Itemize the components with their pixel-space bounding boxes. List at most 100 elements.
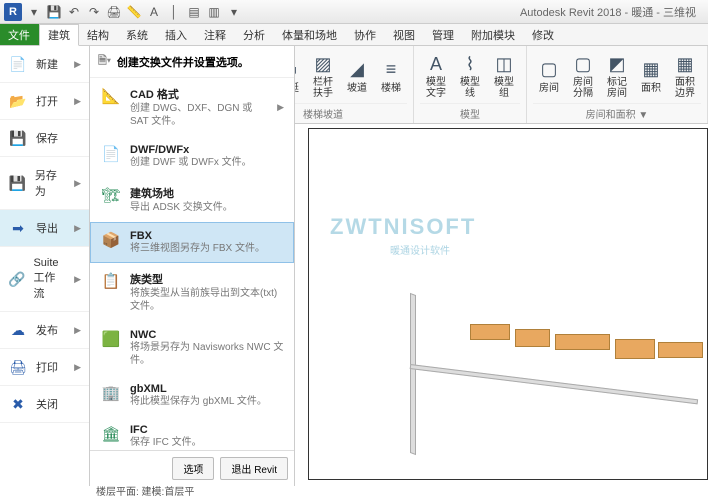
export-option-desc: 导出 ADSK 交换文件。 xyxy=(130,201,284,214)
qat-text-icon[interactable]: A xyxy=(146,4,162,20)
export-option-icon: 📐 xyxy=(100,86,122,106)
tab-massing[interactable]: 体量和场地 xyxy=(274,24,346,45)
watermark-sub: 暖通设计软件 xyxy=(390,242,450,257)
ribbon-label: 坡道 xyxy=(347,83,367,94)
export-option[interactable]: 🏗建筑场地导出 ADSK 交换文件。 xyxy=(90,177,294,222)
ribbon-label: 标记 房间 xyxy=(605,77,629,99)
file-menu-item[interactable]: ✖关闭 xyxy=(0,386,89,423)
file-item-label: 关闭 xyxy=(36,396,58,412)
view-border xyxy=(308,128,708,480)
qat-sep-icon: │ xyxy=(166,4,182,20)
export-option-desc: 将三维视图另存为 FBX 文件。 xyxy=(130,242,284,255)
ribbon-icon: ≡ xyxy=(379,58,403,82)
tab-structure[interactable]: 结构 xyxy=(79,24,118,45)
file-item-label: 保存 xyxy=(36,130,58,146)
export-option[interactable]: 📄DWF/DWFx创建 DWF 或 DWFx 文件。 xyxy=(90,136,294,177)
menu-bar: 文件 建筑 结构 系统 插入 注释 分析 体量和场地 协作 视图 管理 附加模块… xyxy=(0,24,708,46)
export-header: 🗎▾ 创建交换文件并设置选项。 xyxy=(90,46,294,78)
file-menu-item[interactable]: 📄新建▶ xyxy=(0,46,89,83)
chevron-right-icon: ▶ xyxy=(74,274,81,285)
export-option[interactable]: 📋族类型将族类型从当前族导出到文本(txt)文件。 xyxy=(90,263,294,321)
file-item-icon: 🖨 xyxy=(8,359,28,375)
file-item-icon: ➡ xyxy=(8,220,28,236)
export-option-title: 建筑场地 xyxy=(130,185,284,201)
export-header-text: 创建交换文件并设置选项。 xyxy=(117,54,249,70)
ribbon-icon: ▦ xyxy=(673,52,697,76)
export-option[interactable]: 🏢gbXML将此模型保存为 gbXML 文件。 xyxy=(90,375,294,416)
qat-open-icon[interactable]: ▾ xyxy=(26,4,42,20)
file-menu-item[interactable]: 💾保存 xyxy=(0,120,89,157)
qat-view1-icon[interactable]: ▤ xyxy=(186,4,202,20)
tab-analyze[interactable]: 分析 xyxy=(235,24,274,45)
export-option-desc: 将此模型保存为 gbXML 文件。 xyxy=(130,395,284,408)
watermark: ZWTNISOFT xyxy=(330,214,476,240)
chevron-right-icon: ▶ xyxy=(74,325,81,336)
options-button[interactable]: 选项 xyxy=(172,457,214,480)
ribbon-icon: ◩ xyxy=(605,52,629,76)
ribbon-button[interactable]: ▢房间 xyxy=(533,48,565,103)
export-submenu: 🗎▾ 创建交换文件并设置选项。 📐CAD 格式创建 DWG、DXF、DGN 或 … xyxy=(90,46,295,486)
ribbon-button[interactable]: ≡楼梯 xyxy=(375,48,407,103)
export-option[interactable]: 🟩NWC将场景另存为 Navisworks NWC 文件。 xyxy=(90,321,294,375)
ribbon-group: A模型 文字⌇模型 线◫模型 组模型 xyxy=(414,46,527,123)
tab-insert[interactable]: 插入 xyxy=(157,24,196,45)
file-menu-item[interactable]: 🔗Suite 工作流▶ xyxy=(0,247,89,312)
export-option[interactable]: 📦FBX将三维视图另存为 FBX 文件。 xyxy=(90,222,294,263)
tab-manage[interactable]: 管理 xyxy=(424,24,463,45)
tab-view[interactable]: 视图 xyxy=(385,24,424,45)
qat-undo-icon[interactable]: ↶ xyxy=(66,4,82,20)
ribbon-label: 楼梯 xyxy=(381,83,401,94)
file-menu-item[interactable]: ➡导出▶ xyxy=(0,210,89,247)
ribbon-button[interactable]: ▦面积 边界 xyxy=(669,48,701,103)
ribbon-button[interactable]: ▦面积 xyxy=(635,48,667,103)
qat-measure-icon[interactable]: 📏 xyxy=(126,4,142,20)
exit-revit-button[interactable]: 退出 Revit xyxy=(220,457,288,480)
file-item-label: 发布 xyxy=(36,322,58,338)
ribbon-button[interactable]: A模型 文字 xyxy=(420,48,452,103)
ribbon-label: 模型 线 xyxy=(458,77,482,99)
ribbon-button[interactable]: ⌇模型 线 xyxy=(454,48,486,103)
file-menu-item[interactable]: 🖨打印▶ xyxy=(0,349,89,386)
chevron-right-icon: ▶ xyxy=(74,59,81,70)
ribbon-group: ▢房间▢房间 分隔◩标记 房间▦面积▦面积 边界房间和面积 ▼ xyxy=(527,46,708,123)
tab-file[interactable]: 文件 xyxy=(0,24,39,45)
export-option-icon: 🏢 xyxy=(100,383,122,403)
ribbon-icon: ▢ xyxy=(537,58,561,82)
model-wall xyxy=(410,293,416,455)
tab-architecture[interactable]: 建筑 xyxy=(39,24,79,46)
qat-drop-icon[interactable]: ▾ xyxy=(226,4,242,20)
file-menu-sidebar: 📄新建▶📂打开▶💾保存💾另存为▶➡导出▶🔗Suite 工作流▶☁发布▶🖨打印▶✖… xyxy=(0,46,90,486)
ribbon-button[interactable]: ◫模型 组 xyxy=(488,48,520,103)
ribbon-button[interactable]: ▢房间 分隔 xyxy=(567,48,599,103)
export-option-icon: 📄 xyxy=(100,144,122,164)
qat-save-icon[interactable]: 💾 xyxy=(46,4,62,20)
export-option-title: IFC xyxy=(130,424,284,436)
ribbon-button[interactable]: ▨栏杆扶手 xyxy=(307,48,339,103)
model-duct xyxy=(555,334,610,350)
ribbon-button[interactable]: ◩标记 房间 xyxy=(601,48,633,103)
ribbon-label: 房间 分隔 xyxy=(571,77,595,99)
file-menu-item[interactable]: ☁发布▶ xyxy=(0,312,89,349)
tab-annotate[interactable]: 注释 xyxy=(196,24,235,45)
quick-access-toolbar: ▾ 💾 ↶ ↷ 🖨 📏 A │ ▤ ▥ ▾ xyxy=(26,4,242,20)
model-duct xyxy=(658,342,703,358)
export-option[interactable]: 📐CAD 格式创建 DWG、DXF、DGN 或 SAT 文件。▶ xyxy=(90,78,294,136)
tab-modify[interactable]: 修改 xyxy=(524,24,563,45)
file-item-icon: 📄 xyxy=(8,56,28,72)
export-option-title: 族类型 xyxy=(130,271,284,287)
tab-collab[interactable]: 协作 xyxy=(346,24,385,45)
qat-redo-icon[interactable]: ↷ xyxy=(86,4,102,20)
viewport[interactable]: ZWTNISOFT 暖通设计软件 xyxy=(300,124,708,500)
window-title: Autodesk Revit 2018 - 暖通 - 三维视 xyxy=(520,4,696,20)
ribbon-button[interactable]: ◢坡道 xyxy=(341,48,373,103)
tab-addins[interactable]: 附加模块 xyxy=(463,24,524,45)
file-item-label: 打开 xyxy=(36,93,58,109)
export-option-desc: 将场景另存为 Navisworks NWC 文件。 xyxy=(130,341,284,367)
file-menu-item[interactable]: 💾另存为▶ xyxy=(0,157,89,210)
tab-systems[interactable]: 系统 xyxy=(118,24,157,45)
qat-print-icon[interactable]: 🖨 xyxy=(106,4,122,20)
file-menu-item[interactable]: 📂打开▶ xyxy=(0,83,89,120)
ribbon-icon: ◢ xyxy=(345,58,369,82)
export-option[interactable]: 🏛IFC保存 IFC 文件。 xyxy=(90,416,294,450)
qat-view2-icon[interactable]: ▥ xyxy=(206,4,222,20)
